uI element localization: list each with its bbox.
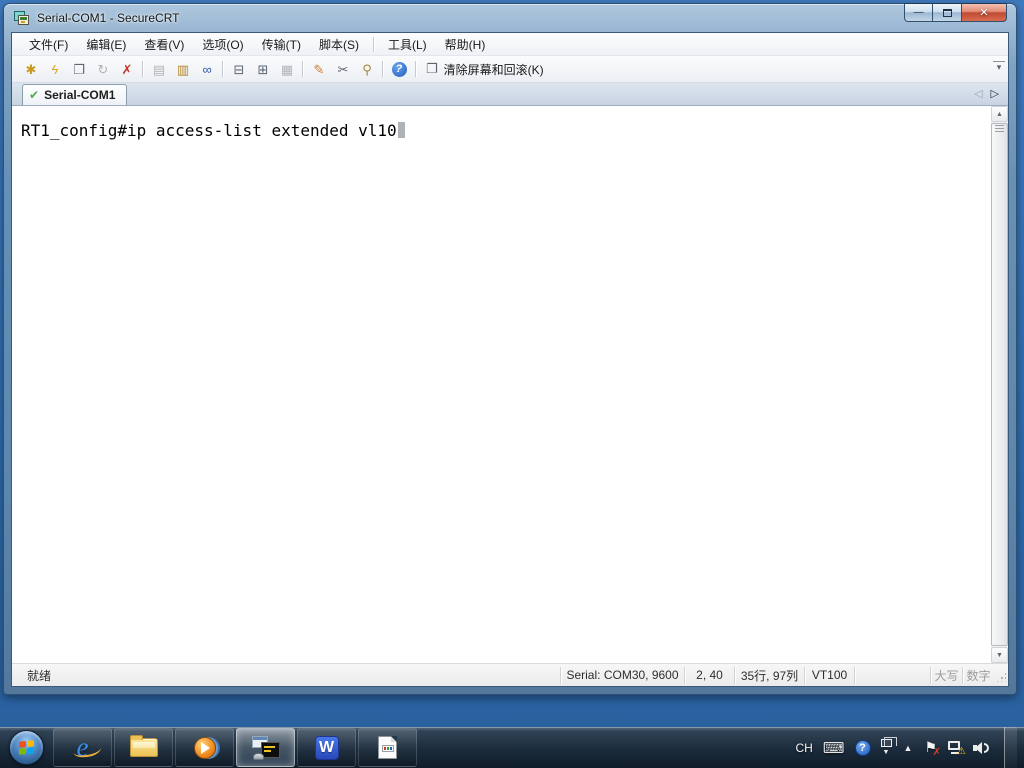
- taskbar-windows-explorer[interactable]: [114, 728, 173, 767]
- minimize-button[interactable]: —: [904, 3, 933, 22]
- status-emulation: VT100: [804, 666, 854, 684]
- folder-icon: [129, 735, 158, 757]
- taskbar-securecrt-active[interactable]: [236, 728, 295, 767]
- terminal-container: RT1_config#ip access-list extended vl10 …: [12, 106, 1008, 663]
- keymap-icon[interactable]: ⚲: [356, 59, 378, 79]
- system-tray: CH ⌨ ? ▼ ▲ ⚑ ✗ ⚠: [796, 727, 1024, 768]
- media-player-icon: [192, 735, 218, 761]
- disconnect-icon[interactable]: ✗: [116, 59, 138, 79]
- volume-icon[interactable]: [973, 741, 990, 755]
- close-button[interactable]: ✕: [962, 3, 1007, 22]
- copy-icon[interactable]: ▤: [142, 59, 170, 79]
- status-caps-lock: 大写: [930, 666, 962, 684]
- status-num-lock: 数字: [962, 666, 994, 684]
- reconnect-icon[interactable]: ↻: [92, 59, 114, 79]
- resize-grip[interactable]: [994, 667, 1008, 684]
- print-icon[interactable]: ▦: [276, 59, 298, 79]
- internet-explorer-icon: e: [76, 732, 89, 762]
- wps-writer-icon: W: [314, 735, 339, 760]
- menu-transfer[interactable]: 传输(T): [253, 33, 310, 56]
- menu-options[interactable]: 选项(O): [193, 33, 252, 56]
- print-preview-icon[interactable]: ⊟: [222, 59, 250, 79]
- toolbar: ✱ ϟ ❐ ↻ ✗ ▤ ▥ ∞ ⊟ ⊞ ▦ ✎ ✂ ⚲? ❐ 清除屏幕和回滚(K) ▾: [12, 56, 1008, 83]
- terminal-cursor: [397, 122, 405, 138]
- menu-group-right: 工具(L) 帮助(H): [379, 33, 494, 56]
- securecrt-window: Serial-COM1 - SecureCRT — ✕ 文件(F) 编辑(E) 查看…: [4, 3, 1016, 694]
- menu-edit[interactable]: 编辑(E): [77, 33, 135, 56]
- help-icon[interactable]: ?: [382, 59, 410, 79]
- menu-help[interactable]: 帮助(H): [436, 33, 495, 56]
- tab-bar: ✔ Serial-COM1 ◁ ▷: [12, 83, 1008, 106]
- menu-divider: [372, 36, 374, 52]
- menu-script[interactable]: 脚本(S): [310, 33, 368, 56]
- window-controls: — ✕: [904, 3, 1007, 22]
- show-desktop-button[interactable]: [1004, 727, 1017, 768]
- action-center-flag-icon[interactable]: ⚑ ✗: [924, 739, 941, 758]
- toolbar-buttons: ✱ ϟ ❐ ↻ ✗ ▤ ▥ ∞ ⊟ ⊞ ▦ ✎ ✂ ⚲?: [19, 59, 411, 79]
- status-ready: 就绪: [27, 668, 52, 683]
- tab-scroll-left-button[interactable]: ◁: [974, 87, 982, 100]
- show-hidden-icons-button[interactable]: ▲: [904, 743, 913, 753]
- clear-screen-label: 清除屏幕和回滚(K): [443, 62, 544, 77]
- print-setup-icon[interactable]: ⊞: [252, 59, 274, 79]
- language-bar-options-icon[interactable]: ▼: [880, 737, 897, 756]
- maximize-button[interactable]: [933, 3, 962, 22]
- menu-tools[interactable]: 工具(L): [379, 33, 436, 56]
- taskbar-media-player[interactable]: [175, 728, 234, 767]
- status-spare: [854, 666, 930, 684]
- window-title: Serial-COM1 - SecureCRT: [37, 11, 180, 25]
- start-button[interactable]: [0, 727, 52, 768]
- windows-start-icon: [8, 730, 44, 765]
- connect-in-tab-icon[interactable]: ❐: [68, 59, 90, 79]
- terminal-line: RT1_config#ip access-list extended vl10: [21, 121, 397, 140]
- scrollbar-thumb[interactable]: [991, 123, 1008, 646]
- menu-view[interactable]: 查看(V): [135, 33, 193, 56]
- scroll-up-button[interactable]: ▲: [991, 106, 1008, 122]
- toolbar-overflow-button[interactable]: ▾: [993, 61, 1005, 73]
- session-options-icon[interactable]: ✎: [302, 59, 330, 79]
- tab-label: Serial-COM1: [44, 88, 116, 102]
- clear-screen-button[interactable]: ❐ 清除屏幕和回滚(K): [415, 59, 549, 80]
- taskbar-wps-writer[interactable]: W: [297, 728, 356, 767]
- status-serial: Serial: COM30, 9600: [560, 666, 684, 684]
- window-client-area: 文件(F) 编辑(E) 查看(V) 选项(O) 传输(T) 脚本(S) 工具(L) 帮助(H…: [11, 32, 1009, 687]
- paste-icon[interactable]: ▥: [172, 59, 194, 79]
- title-bar[interactable]: Serial-COM1 - SecureCRT — ✕: [4, 3, 1016, 32]
- terminal-screen[interactable]: RT1_config#ip access-list extended vl10: [12, 106, 991, 663]
- language-indicator[interactable]: CH: [796, 741, 813, 755]
- taskbar-internet-explorer[interactable]: e: [53, 728, 112, 767]
- find-icon[interactable]: ∞: [196, 59, 218, 79]
- desktop: { "window": { "title": "Serial-COM1 - Se…: [0, 0, 1024, 768]
- taskbar-script-editor[interactable]: [358, 728, 417, 767]
- tab-scroll-right-button[interactable]: ▷: [991, 87, 999, 100]
- status-cursor-position: 2, 40: [684, 666, 734, 684]
- maximize-icon: [942, 8, 952, 17]
- securecrt-terminal-icon: [251, 735, 280, 760]
- scroll-down-button[interactable]: ▼: [991, 647, 1008, 663]
- menu-bar: 文件(F) 编辑(E) 查看(V) 选项(O) 传输(T) 脚本(S) 工具(L) 帮助(H…: [12, 33, 1008, 56]
- vertical-scrollbar[interactable]: ▲ ▼: [991, 106, 1008, 663]
- connected-check-icon: ✔: [29, 88, 40, 102]
- menu-file[interactable]: 文件(F): [20, 33, 77, 56]
- quick-connect-icon[interactable]: ϟ: [44, 59, 66, 79]
- securecrt-app-icon: [14, 10, 30, 26]
- action-center-error-badge: ✗: [932, 747, 941, 758]
- script-file-icon: [378, 736, 397, 759]
- help-tray-icon[interactable]: ?: [854, 739, 871, 756]
- connect-icon[interactable]: ✱: [20, 59, 42, 79]
- tab-serial-com1[interactable]: ✔ Serial-COM1: [22, 84, 128, 105]
- clear-screen-icon: ❐: [426, 61, 438, 76]
- taskbar: e W CH ⌨ ? ▼ ▲ ⚑ ✗ ⚠: [0, 727, 1024, 768]
- tab-scroll-arrows: ◁ ▷: [974, 87, 999, 100]
- status-screen-size: 35行, 97列: [734, 666, 804, 684]
- global-options-icon[interactable]: ✂: [332, 59, 354, 79]
- keyboard-icon[interactable]: ⌨: [823, 739, 845, 757]
- network-status-icon[interactable]: ⚠: [947, 740, 966, 757]
- network-warning-badge: ⚠: [957, 745, 966, 757]
- status-bar: 就绪 Serial: COM30, 9600 2, 40 35行, 97列 VT…: [12, 663, 1008, 686]
- menu-group-left: 文件(F) 编辑(E) 查看(V) 选项(O) 传输(T) 脚本(S): [20, 33, 368, 56]
